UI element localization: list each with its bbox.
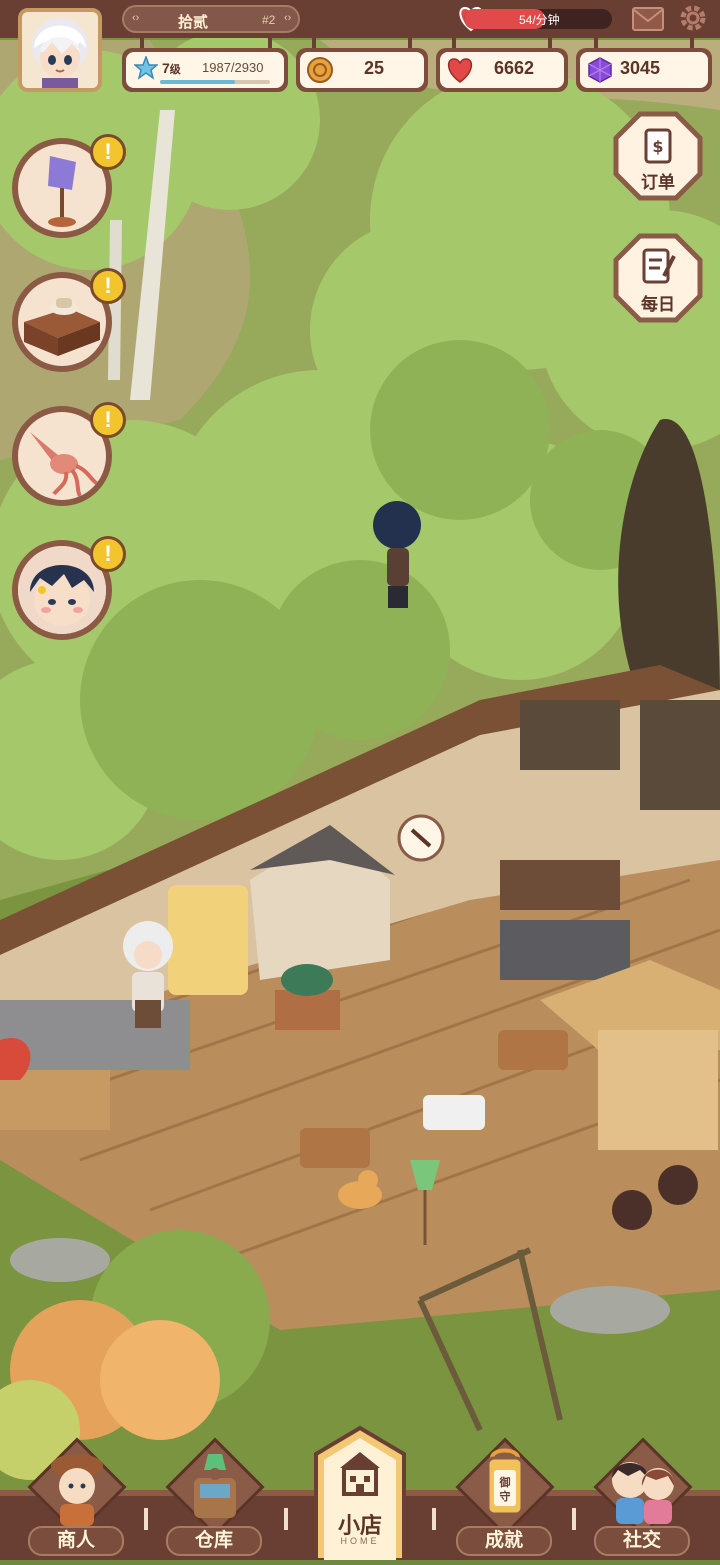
exp-bar-fill xyxy=(160,80,235,84)
player-avatar[interactable] xyxy=(18,8,102,92)
player-name-pill[interactable]: ‹› 拾贰 #2 ‹› xyxy=(122,5,300,33)
nav-social-label: 社交 xyxy=(594,1526,690,1556)
quest-table[interactable]: ! xyxy=(12,268,126,372)
player-name: 拾贰 xyxy=(178,14,209,31)
daily-label: 每日 xyxy=(641,295,675,314)
level-text: 7级 xyxy=(162,60,181,76)
avatar-portrait-icon xyxy=(22,12,98,88)
nav-merchant[interactable]: 商人 xyxy=(22,1437,132,1560)
quest-alert-badge: ! xyxy=(90,268,126,304)
heart-count: 6662 xyxy=(494,58,535,78)
level-panel[interactable]: 7级 1987/2930 xyxy=(122,48,288,92)
mail-icon[interactable] xyxy=(632,7,664,31)
quest-alert-badge: ! xyxy=(90,536,126,572)
quest-lamp[interactable]: ! xyxy=(12,134,126,238)
coin-count: 25 xyxy=(364,58,385,78)
gem-panel[interactable]: 3045 xyxy=(576,48,712,92)
star-level-icon xyxy=(134,56,158,80)
quest-squid[interactable]: ! xyxy=(12,402,126,506)
coin-icon xyxy=(307,57,333,83)
exp-text: 1987/2930 xyxy=(202,60,264,75)
nav-shop-home[interactable]: 小店 HOME xyxy=(312,1424,408,1560)
quest-alert-badge: ! xyxy=(90,134,126,170)
nav-shop-sublabel: HOME xyxy=(340,1536,380,1546)
omamori-charm-icon: 御 守 xyxy=(486,1448,524,1516)
nav-social[interactable]: 社交 xyxy=(588,1437,698,1560)
charm-sign: 御 xyxy=(499,1475,511,1489)
daily-button[interactable]: 每日 xyxy=(612,232,704,324)
svg-text:$: $ xyxy=(652,137,663,156)
shop-house-icon xyxy=(340,1452,380,1496)
nav-warehouse-label: 仓库 xyxy=(166,1526,262,1556)
quest-boy[interactable]: ! xyxy=(12,536,126,640)
nav-achievements-label: 成就 xyxy=(456,1526,552,1556)
merchant-icon xyxy=(51,1454,103,1526)
energy-bar: 54/分钟 xyxy=(464,9,612,29)
player-index: #2 xyxy=(262,13,276,27)
coin-panel[interactable]: 25 xyxy=(296,48,428,92)
nav-achievements[interactable]: 御 守 成就 xyxy=(450,1437,560,1560)
orders-label: 订单 xyxy=(641,173,675,192)
heart-panel[interactable]: 6662 xyxy=(436,48,568,92)
gem-count: 3045 xyxy=(620,58,661,78)
heart-icon xyxy=(447,58,473,83)
exp-bar xyxy=(160,80,270,84)
quest-alert-badge: ! xyxy=(90,402,126,438)
top-bar xyxy=(0,0,720,38)
energy-rate: 54/分钟 xyxy=(519,13,560,27)
orders-button[interactable]: $ 订单 xyxy=(612,110,704,202)
social-couple-icon xyxy=(612,1462,675,1524)
nav-warehouse[interactable]: 仓库 xyxy=(160,1437,270,1560)
prev-arrow-icon[interactable]: ‹› xyxy=(132,12,139,24)
warehouse-robot-icon xyxy=(194,1454,236,1518)
purple-gem-icon xyxy=(588,57,612,83)
settings-gear-icon[interactable] xyxy=(678,3,708,33)
nav-merchant-label: 商人 xyxy=(28,1526,124,1556)
next-arrow-icon[interactable]: ‹› xyxy=(284,12,291,24)
charm-sign: 守 xyxy=(500,1489,511,1503)
